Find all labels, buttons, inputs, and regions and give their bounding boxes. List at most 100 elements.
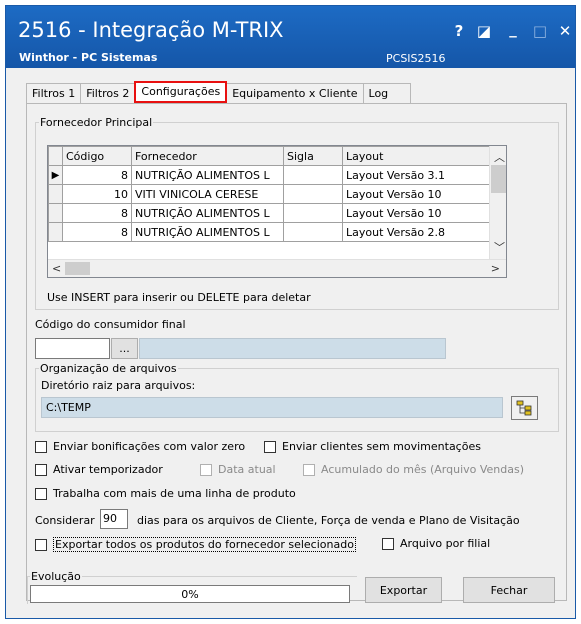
table-row[interactable]: ▶ 8 NUTRIÇÃO ALIMENTOS L Layout Versão 3… xyxy=(48,165,490,185)
header-fornecedor[interactable]: Fornecedor xyxy=(131,146,284,166)
tab-panel-configuracoes: Fornecedor Principal Código Fornecedor S… xyxy=(26,103,567,604)
maximize-button[interactable]: □ xyxy=(530,22,550,40)
row-indicator xyxy=(48,222,63,242)
opt-enviar-clientes[interactable]: Enviar clientes sem movimentações xyxy=(264,440,481,453)
window-subtitle: Winthor - PC Sistemas xyxy=(19,51,158,64)
row-indicator xyxy=(48,184,63,204)
cell-fornecedor[interactable]: NUTRIÇÃO ALIMENTOS L xyxy=(131,222,284,242)
arquivos-group: Organização de arquivos Diretório raiz p… xyxy=(35,362,559,432)
checkbox-icon xyxy=(200,463,212,476)
consumidor-code-input[interactable] xyxy=(35,338,110,359)
opt-mais-linha-produto[interactable]: Trabalha com mais de uma linha de produt… xyxy=(35,487,296,500)
cell-sigla[interactable] xyxy=(283,222,343,242)
checkbox-icon[interactable] xyxy=(382,537,394,550)
cell-sigla[interactable] xyxy=(283,165,343,185)
tab-equipamento-cliente[interactable]: Equipamento x Cliente xyxy=(226,83,364,103)
opt-exportar-todos-label: Exportar todos os produtos do fornecedor… xyxy=(53,537,356,552)
opt-mais-linha-produto-label: Trabalha com mais de uma linha de produt… xyxy=(53,487,296,500)
cell-layout[interactable]: Layout Versão 10 xyxy=(342,203,490,223)
header-codigo[interactable]: Código xyxy=(62,146,132,166)
opt-ativar-temporizador[interactable]: Ativar temporizador xyxy=(35,463,163,476)
considerar-dias-input[interactable]: 90 xyxy=(100,509,128,529)
fornecedor-group-label: Fornecedor Principal xyxy=(39,116,154,129)
opt-data-atual-label: Data atual xyxy=(218,463,276,476)
scroll-right-icon[interactable]: > xyxy=(491,262,500,275)
cell-fornecedor[interactable]: VITI VINICOLA CERESE xyxy=(131,184,284,204)
horizontal-scrollbar[interactable]: < > xyxy=(48,259,506,277)
routine-code: PCSIS2516 xyxy=(386,52,446,65)
evolucao-progress-bar: 0% xyxy=(30,585,350,603)
scroll-left-icon[interactable]: < xyxy=(52,262,61,275)
row-indicator xyxy=(48,203,63,223)
cell-layout[interactable]: Layout Versão 10 xyxy=(342,184,490,204)
cell-sigla[interactable] xyxy=(283,184,343,204)
tab-strip: Filtros 1 Filtros 2 Configurações Equipa… xyxy=(26,81,411,104)
title-bar[interactable]: 2516 - Integração M-TRIX Winthor - PC Si… xyxy=(6,6,575,68)
cell-fornecedor[interactable]: NUTRIÇÃO ALIMENTOS L xyxy=(131,203,284,223)
table-header-row: Código Fornecedor Sigla Layout xyxy=(48,146,490,166)
folder-tree-icon xyxy=(516,400,531,416)
considerar-suffix: dias para os arquivos de Cliente, Força … xyxy=(137,514,520,527)
opt-arquivo-filial[interactable]: Arquivo por filial xyxy=(382,537,490,550)
scroll-down-icon[interactable]: ﹀ xyxy=(494,239,505,255)
checkbox-icon xyxy=(303,463,315,476)
header-layout[interactable]: Layout xyxy=(342,146,490,166)
fornecedor-grid[interactable]: Código Fornecedor Sigla Layout ▶ 8 NUTRI… xyxy=(47,145,507,278)
cell-sigla[interactable] xyxy=(283,203,343,223)
opt-acumulado-mes-label: Acumulado do mês (Arquivo Vendas) xyxy=(321,463,525,476)
cell-fornecedor[interactable]: NUTRIÇÃO ALIMENTOS L xyxy=(131,165,284,185)
current-row-indicator-icon: ▶ xyxy=(48,165,63,185)
opt-acumulado-mes: Acumulado do mês (Arquivo Vendas) xyxy=(303,463,524,476)
opt-enviar-clientes-label: Enviar clientes sem movimentações xyxy=(282,440,481,453)
tab-filtros-2[interactable]: Filtros 2 xyxy=(80,83,136,103)
arquivos-group-label: Organização de arquivos xyxy=(39,362,178,375)
opt-data-atual: Data atual xyxy=(200,463,276,476)
tab-filtros-1[interactable]: Filtros 1 xyxy=(26,83,82,103)
opt-enviar-bonificacoes[interactable]: Enviar bonificações com valor zero xyxy=(35,440,245,453)
header-indicator xyxy=(48,146,63,166)
table-row[interactable]: 8 NUTRIÇÃO ALIMENTOS L Layout Versão 10 xyxy=(48,203,490,223)
cell-codigo[interactable]: 8 xyxy=(62,222,132,242)
checkbox-icon[interactable] xyxy=(264,440,276,453)
edit-icon[interactable]: ◪ xyxy=(474,22,494,40)
checkbox-icon[interactable] xyxy=(35,538,47,551)
cell-layout[interactable]: Layout Versão 2.8 xyxy=(342,222,490,242)
dir-input[interactable]: C:\TEMP xyxy=(41,397,503,418)
opt-ativar-temporizador-label: Ativar temporizador xyxy=(53,463,163,476)
table-row[interactable]: 10 VITI VINICOLA CERESE Layout Versão 10 xyxy=(48,184,490,204)
consumidor-description-field xyxy=(139,338,446,359)
header-sigla[interactable]: Sigla xyxy=(283,146,343,166)
vertical-scrollbar[interactable]: ︿ ﹀ xyxy=(489,146,506,260)
window-title: 2516 - Integração M-TRIX xyxy=(18,18,284,42)
checkbox-icon[interactable] xyxy=(35,487,47,500)
exportar-button[interactable]: Exportar xyxy=(365,577,442,603)
close-button[interactable]: ✕ xyxy=(555,22,575,40)
tab-configuracoes[interactable]: Configurações xyxy=(134,81,228,103)
cell-codigo[interactable]: 8 xyxy=(62,165,132,185)
scroll-up-icon[interactable]: ︿ xyxy=(494,149,505,165)
evolucao-label: Evolução xyxy=(30,570,82,583)
checkbox-icon[interactable] xyxy=(35,440,47,453)
help-button[interactable]: ? xyxy=(449,22,469,40)
opt-exportar-todos[interactable]: Exportar todos os produtos do fornecedor… xyxy=(35,537,356,552)
vertical-scroll-thumb[interactable] xyxy=(491,165,506,193)
opt-enviar-bonificacoes-label: Enviar bonificações com valor zero xyxy=(53,440,246,453)
fornecedor-table: Código Fornecedor Sigla Layout ▶ 8 NUTRI… xyxy=(48,146,490,242)
cell-layout[interactable]: Layout Versão 3.1 xyxy=(342,165,490,185)
cell-codigo[interactable]: 8 xyxy=(62,203,132,223)
cell-codigo[interactable]: 10 xyxy=(62,184,132,204)
fechar-button[interactable]: Fechar xyxy=(463,577,555,603)
dir-label: Diretório raiz para arquivos: xyxy=(41,379,196,392)
consumidor-label: Código do consumidor final xyxy=(35,318,186,331)
horizontal-scroll-thumb[interactable] xyxy=(65,262,90,275)
minimize-button[interactable]: _ xyxy=(503,20,523,38)
checkbox-icon[interactable] xyxy=(35,463,47,476)
table-row[interactable]: 8 NUTRIÇÃO ALIMENTOS L Layout Versão 2.8 xyxy=(48,222,490,242)
tab-log[interactable]: Log xyxy=(362,83,411,103)
consumidor-lookup-button[interactable]: ... xyxy=(111,338,138,359)
browse-folder-button[interactable] xyxy=(511,396,538,420)
progress-text: 0% xyxy=(181,588,199,601)
grid-hint-text: Use INSERT para inserir ou DELETE para d… xyxy=(47,291,311,304)
considerar-label: Considerar xyxy=(35,514,95,527)
opt-arquivo-filial-label: Arquivo por filial xyxy=(400,537,491,550)
